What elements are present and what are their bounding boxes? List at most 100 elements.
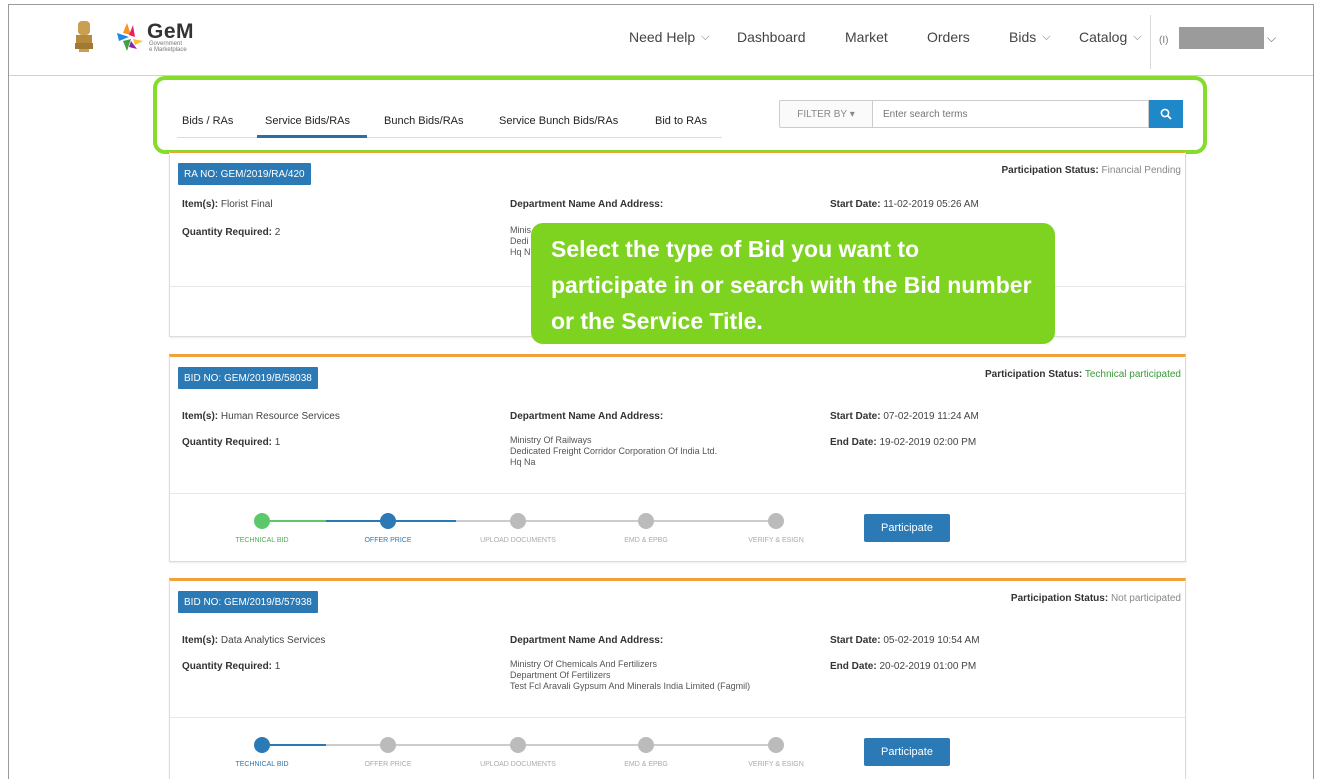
step-upload-documents[interactable] [510, 737, 526, 753]
step-label: EMD & EPBG [624, 537, 668, 544]
end-date-value: 19-02-2019 02:00 PM [879, 437, 977, 448]
step-technical-bid-active[interactable] [254, 737, 270, 753]
bid-number-badge[interactable]: BID NO: GEM/2019/B/57938 [178, 591, 318, 613]
start-date-row: Start Date: 11-02-2019 05:26 AM [830, 199, 979, 210]
tab-bid-to-ras[interactable]: Bid to RAs [655, 115, 707, 127]
items-row: Item(s): Human Resource Services [182, 411, 340, 422]
start-date-row: Start Date: 07-02-2019 11:24 AM [830, 411, 979, 422]
user-menu-redacted[interactable] [1179, 27, 1264, 49]
start-date-label: Start Date: [830, 635, 881, 646]
quantity-row: Quantity Required: 1 [182, 661, 280, 672]
quantity-label: Quantity Required: [182, 227, 273, 238]
participation-status: Participation Status: Not participated [1011, 593, 1181, 604]
items-label: Item(s): [182, 635, 219, 646]
step-emd-epbg[interactable] [638, 513, 654, 529]
nav-bids[interactable]: Bids ⌵ [1009, 29, 1051, 45]
top-header: GeM Government e Marketplace Need Help ⌵ … [9, 5, 1313, 76]
start-date-value: 07-02-2019 11:24 AM [883, 411, 979, 422]
step-offer-price-active[interactable] [380, 513, 396, 529]
nav-orders-label: Orders [927, 29, 970, 45]
address-line: Hq Na [510, 457, 536, 467]
browser-page: GeM Government e Marketplace Need Help ⌵ … [8, 4, 1314, 779]
nav-dashboard[interactable]: Dashboard [737, 29, 806, 45]
address-line: Ministry Of Railways [510, 435, 592, 445]
participate-button[interactable]: Participate [864, 738, 950, 766]
gem-subtitle: Government e Marketplace [149, 41, 187, 53]
tab-service-bunch-bids-ras[interactable]: Service Bunch Bids/RAs [499, 115, 618, 127]
department-label-text: Department Name And Address: [510, 199, 664, 210]
step-label: EMD & EPBG [624, 761, 668, 768]
step-label: VERIFY & ESIGN [748, 537, 804, 544]
step-label: UPLOAD DOCUMENTS [480, 761, 556, 768]
step-upload-documents[interactable] [510, 513, 526, 529]
filter-by-dropdown[interactable]: FILTER BY ▾ [779, 100, 873, 128]
address-line: Dedicated Freight Corridor Corporation O… [510, 446, 718, 456]
step-emd-epbg[interactable] [638, 737, 654, 753]
nav-market[interactable]: Market [845, 29, 888, 45]
quantity-row: Quantity Required: 1 [182, 437, 280, 448]
chevron-down-icon[interactable]: ⌵ [1267, 31, 1276, 46]
search-input[interactable] [873, 100, 1149, 128]
participation-status-value: Technical participated [1084, 369, 1181, 380]
step-offer-price[interactable] [380, 737, 396, 753]
department-label-text: Department Name And Address: [510, 411, 664, 422]
chevron-down-icon: ⌵ [701, 30, 710, 43]
nav-market-label: Market [845, 29, 888, 45]
participation-status-value: Not participated [1110, 593, 1181, 604]
nav-need-help[interactable]: Need Help ⌵ [629, 29, 710, 45]
start-date-value: 05-02-2019 10:54 AM [883, 635, 980, 646]
user-prefix: (I) [1159, 35, 1169, 46]
chevron-down-icon: ⌵ [1042, 30, 1051, 43]
bid-card-3: BID NO: GEM/2019/B/57938 Participation S… [169, 578, 1186, 779]
active-tab-indicator [257, 135, 367, 138]
nav-orders[interactable]: Orders [927, 29, 970, 45]
search-button[interactable] [1149, 100, 1183, 128]
end-date-label: End Date: [830, 437, 877, 448]
search-icon [1160, 108, 1172, 120]
step-label: TECHNICAL BID [235, 537, 289, 544]
chevron-down-icon: ⌵ [1133, 30, 1142, 43]
items-value: Human Resource Services [220, 411, 340, 422]
nav-dashboard-label: Dashboard [737, 29, 806, 45]
department-address: Ministry Of Chemicals And Fertilizers De… [510, 659, 750, 692]
step-technical-bid-done[interactable] [254, 513, 270, 529]
tab-bunch-bids-ras[interactable]: Bunch Bids/RAs [384, 115, 463, 127]
nav-catalog-label: Catalog [1079, 29, 1128, 45]
department-label: Department Name And Address: [510, 635, 663, 646]
participate-button[interactable]: Participate [864, 514, 950, 542]
nav-bids-label: Bids [1009, 29, 1037, 45]
address-line: Test Fcl Aravali Gypsum And Minerals Ind… [510, 681, 751, 691]
address-line: Department Of Fertilizers [510, 670, 611, 680]
address-line: Dedi [510, 236, 529, 246]
instruction-callout: Select the type of Bid you want to parti… [531, 223, 1055, 344]
department-label-text: Department Name And Address: [510, 635, 664, 646]
end-date-label: End Date: [830, 661, 877, 672]
end-date-row: End Date: 19-02-2019 02:00 PM [830, 437, 976, 448]
tab-service-bids-ras[interactable]: Service Bids/RAs [265, 115, 350, 127]
start-date-row: Start Date: 05-02-2019 10:54 AM [830, 635, 980, 646]
national-emblem-icon [75, 21, 93, 52]
step-connector-pending [456, 520, 776, 522]
department-label: Department Name And Address: [510, 199, 663, 210]
step-verify-esign[interactable] [768, 737, 784, 753]
bid-card-2: BID NO: GEM/2019/B/58038 Participation S… [169, 354, 1186, 562]
department-address: Ministry Of Railways Dedicated Freight C… [510, 435, 717, 468]
tab-bids-ras[interactable]: Bids / RAs [182, 115, 233, 127]
step-verify-esign[interactable] [768, 513, 784, 529]
department-address: Minis Dedi Hq N [510, 225, 531, 258]
address-line: Ministry Of Chemicals And Fertilizers [510, 659, 658, 669]
step-label: OFFER PRICE [364, 761, 412, 768]
nav-divider [1150, 15, 1151, 69]
bid-number-badge[interactable]: BID NO: GEM/2019/B/58038 [178, 367, 318, 389]
department-label: Department Name And Address: [510, 411, 663, 422]
start-date-value: 11-02-2019 05:26 AM [883, 199, 979, 210]
items-value: Florist Final [220, 199, 273, 210]
bid-number-badge[interactable]: RA NO: GEM/2019/RA/420 [178, 163, 311, 185]
gem-subtitle-line2: e Marketplace [149, 47, 187, 53]
participation-status-value: Financial Pending [1101, 165, 1182, 176]
card-divider [170, 493, 1185, 494]
participation-status-label: Participation Status: [984, 369, 1083, 380]
nav-catalog[interactable]: Catalog ⌵ [1079, 29, 1142, 45]
step-label: TECHNICAL BID [235, 761, 289, 768]
address-line: Minis [510, 225, 532, 235]
